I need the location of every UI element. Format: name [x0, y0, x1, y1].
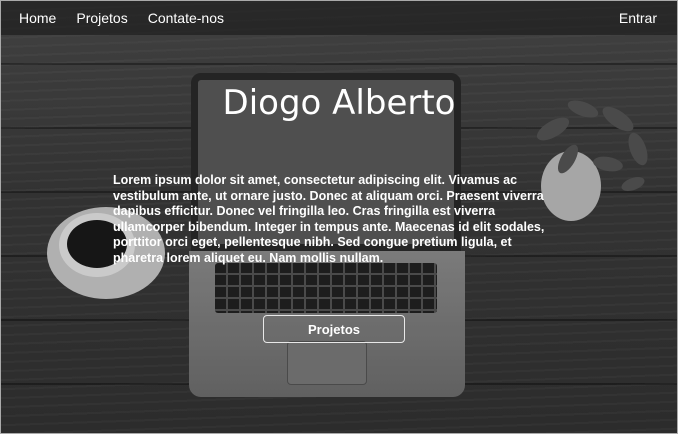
nav-links: Home Projetos Contate-nos	[19, 10, 224, 26]
nav-home-link[interactable]: Home	[19, 10, 56, 26]
projects-button[interactable]: Projetos	[263, 315, 405, 343]
nav-contact-link[interactable]: Contate-nos	[148, 10, 224, 26]
top-navbar: Home Projetos Contate-nos Entrar	[1, 1, 677, 35]
hero-description: Lorem ipsum dolor sit amet, consectetur …	[113, 173, 545, 265]
hero-title: Diogo Alberto	[222, 83, 456, 123]
nav-login-link[interactable]: Entrar	[619, 10, 657, 26]
hero-section: Home Projetos Contate-nos Entrar Diogo A…	[0, 0, 678, 434]
nav-projects-link[interactable]: Projetos	[76, 10, 127, 26]
